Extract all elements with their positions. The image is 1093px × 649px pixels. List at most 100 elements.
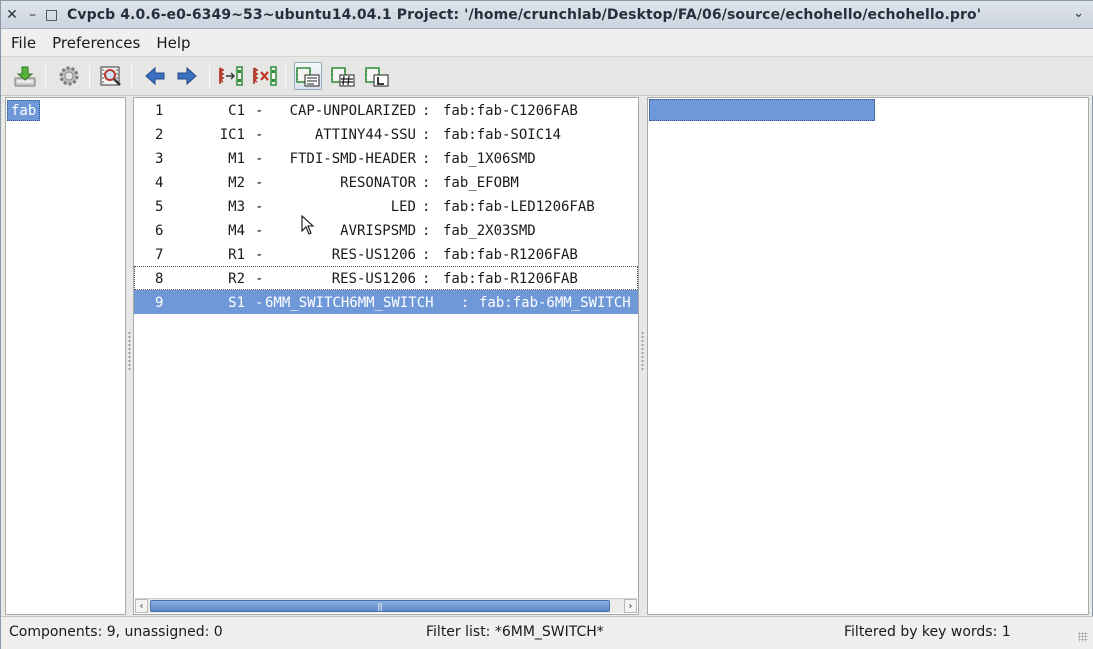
cvpcb-window: ✕ – □ Cvpcb 4.0.6-e0-6349~53~ubuntu14.04…	[0, 0, 1093, 649]
component-num: 2	[155, 127, 164, 143]
row-separator: :	[422, 199, 431, 215]
row-separator: -	[255, 295, 264, 311]
row-separator: :	[461, 295, 470, 311]
filter-by-keywords-icon	[296, 67, 320, 87]
component-row[interactable]: 6 M4- AVRISPSMD: fab_2X03SMD	[134, 218, 638, 242]
status-bar: Components: 9, unassigned: 0 Filter list…	[1, 616, 1093, 649]
filter-by-library-icon	[365, 67, 389, 87]
component-footprint: fab_EFOBM	[443, 175, 519, 191]
component-ref: S1	[228, 295, 245, 311]
component-ref: R2	[228, 271, 245, 287]
maximize-window-button[interactable]: □	[42, 1, 61, 29]
component-row[interactable]: 2 IC1- ATTINY44-SSU: fab:fab-SOIC14	[134, 122, 638, 146]
toolbar	[1, 56, 1093, 96]
minimize-window-button[interactable]: –	[23, 1, 42, 29]
component-row[interactable]: 9 S1-6MM_SWITCH6MM_SWITCH: fab:fab-6MM_SWI…	[134, 290, 638, 314]
component-footprint: fab_1X06SMD	[443, 151, 536, 167]
filter-by-keywords-button[interactable]	[294, 62, 322, 90]
resize-grip[interactable]	[1078, 632, 1088, 642]
component-list[interactable]: 1 C1- CAP-UNPOLARIZED: fab:fab-C1206FAB 2 IC1…	[133, 97, 639, 615]
component-num: 9	[155, 295, 164, 311]
footprint-list[interactable]: 1 fab:fab-6MM_SWITCH	[647, 97, 1089, 615]
component-footprint: fab:fab-C1206FAB	[443, 103, 578, 119]
component-footprint: fab:fab-6MM_SWITCH	[479, 295, 631, 311]
save-netlist-icon	[14, 66, 36, 87]
component-value: FTDI-SMD-HEADER	[289, 151, 416, 167]
component-num: 3	[155, 151, 164, 167]
previous-icon	[145, 66, 165, 86]
library-item-fab[interactable]: fab	[7, 100, 41, 121]
row-separator: :	[422, 103, 431, 119]
row-separator: -	[255, 271, 264, 287]
filter-by-library-button[interactable]	[363, 62, 391, 90]
settings-button[interactable]	[55, 62, 83, 90]
component-ref: C1	[228, 103, 245, 119]
footprint-name: fab:fab-6MM_SWITCH	[706, 147, 859, 163]
component-row[interactable]: 4 M2- RESONATOR: fab_EFOBM	[134, 170, 638, 194]
view-footprint-icon	[100, 66, 121, 86]
component-ref: M1	[228, 151, 245, 167]
menu-bar: File Preferences Help	[1, 29, 1093, 56]
filter-by-pin-count-button[interactable]	[329, 62, 357, 90]
previous-button[interactable]	[141, 62, 169, 90]
scroll-left-button[interactable]: ‹	[135, 599, 148, 613]
next-button[interactable]	[173, 62, 201, 90]
component-row[interactable]: 1 C1- CAP-UNPOLARIZED: fab:fab-C1206FAB	[134, 98, 638, 122]
status-filter: Filter list: *6MM_SWITCH*	[426, 624, 604, 640]
row-separator: :	[422, 127, 431, 143]
component-value: RESONATOR	[340, 175, 416, 191]
status-keywords: Filtered by key words: 1	[844, 624, 1011, 640]
footprint-index: 1	[706, 125, 716, 141]
menu-file[interactable]: File	[3, 34, 44, 52]
row-separator: -	[255, 151, 264, 167]
component-row[interactable]: 8 R2- RES-US1206: fab:fab-R1206FAB	[134, 266, 638, 290]
component-num: 7	[155, 247, 164, 263]
row-separator: :	[422, 151, 431, 167]
horizontal-scrollbar[interactable]: ‹ ||| ›	[135, 598, 637, 613]
component-num: 4	[155, 175, 164, 191]
status-components: Components: 9, unassigned: 0	[9, 624, 223, 640]
component-footprint: fab:fab-R1206FAB	[443, 271, 578, 287]
component-row[interactable]: 3 M1- FTDI-SMD-HEADER: fab_1X06SMD	[134, 146, 638, 170]
scroll-thumb[interactable]: |||	[150, 600, 610, 612]
row-separator: :	[422, 271, 431, 287]
component-footprint: fab:fab-LED1206FAB	[443, 199, 595, 215]
splitter-left[interactable]	[128, 331, 131, 371]
next-icon	[177, 66, 197, 86]
window-menu-button[interactable]: ⌄	[1073, 6, 1084, 21]
component-value: RES-US1206	[331, 247, 416, 263]
component-row[interactable]: 7 R1- RES-US1206: fab:fab-R1206FAB	[134, 242, 638, 266]
component-row[interactable]: 5 M3- LED: fab:fab-LED1206FAB	[134, 194, 638, 218]
auto-associate-button[interactable]	[217, 62, 245, 90]
row-separator: -	[255, 103, 264, 119]
component-ref: M2	[228, 175, 245, 191]
component-ref: R1	[228, 247, 245, 263]
mouse-cursor-icon	[301, 215, 315, 235]
component-ref: M3	[228, 199, 245, 215]
delete-associations-button[interactable]	[251, 62, 279, 90]
component-num: 8	[155, 271, 164, 287]
scroll-right-button[interactable]: ›	[624, 599, 637, 613]
menu-help[interactable]: Help	[148, 34, 198, 52]
view-footprint-button[interactable]	[97, 62, 125, 90]
component-value: ATTINY44-SSU	[314, 127, 416, 143]
menu-preferences[interactable]: Preferences	[44, 34, 148, 52]
save-netlist-button[interactable]	[11, 62, 39, 90]
filter-by-pin-count-icon	[331, 67, 355, 87]
component-value: LED	[390, 199, 416, 215]
footprint-item[interactable]: 1 fab:fab-6MM_SWITCH	[649, 99, 876, 163]
close-window-button[interactable]: ✕	[1, 1, 23, 29]
component-footprint: fab:fab-SOIC14	[443, 127, 562, 143]
auto-associate-icon	[218, 66, 243, 86]
library-list[interactable]: fab	[5, 97, 126, 615]
component-ref: IC1	[219, 127, 245, 143]
component-value: AVRISPSMD	[340, 223, 416, 239]
delete-associations-icon	[252, 66, 277, 86]
row-separator: -	[255, 223, 264, 239]
component-num: 6	[155, 223, 164, 239]
row-separator: -	[255, 127, 264, 143]
component-num: 5	[155, 199, 164, 215]
row-separator: :	[422, 247, 431, 263]
splitter-right[interactable]	[641, 331, 644, 371]
settings-icon	[59, 66, 79, 86]
